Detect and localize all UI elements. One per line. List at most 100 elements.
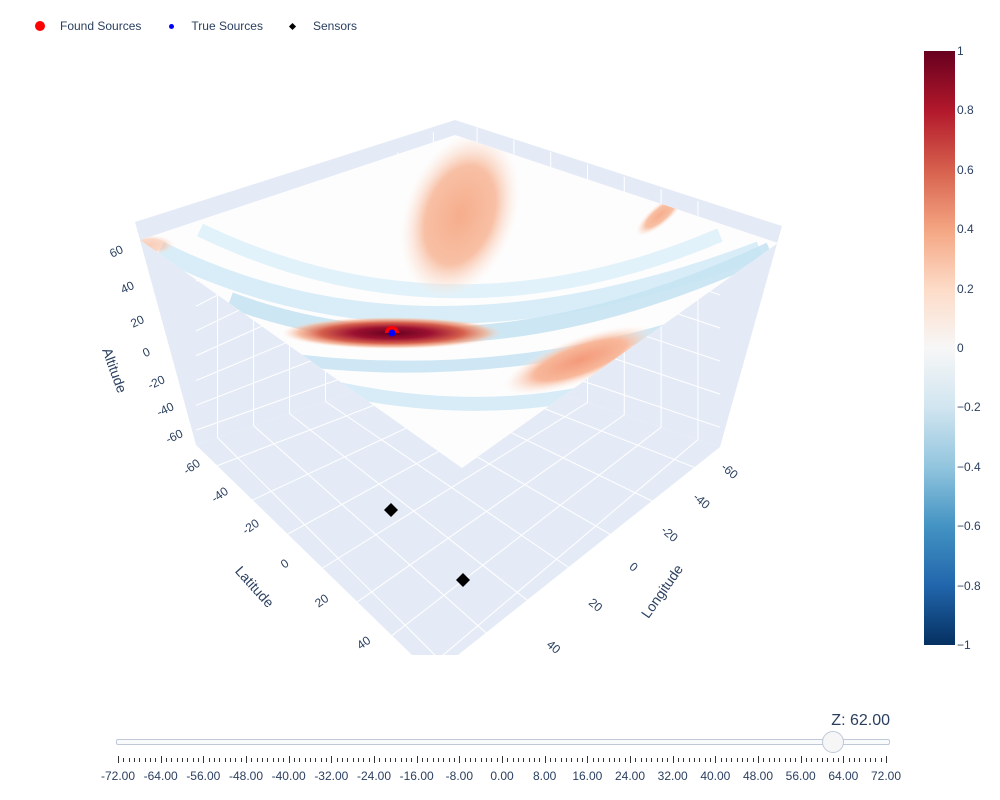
slider-minor-tick <box>667 758 669 762</box>
slider-minor-tick <box>512 758 514 762</box>
slider-minor-tick <box>208 758 210 762</box>
slider-major-tick <box>331 756 333 763</box>
longitude-tick-label: 40 <box>544 637 563 657</box>
slider-minor-tick <box>880 758 882 762</box>
slider-minor-tick <box>320 758 322 762</box>
slider-minor-tick <box>539 758 541 762</box>
slider-major-tick <box>416 756 418 763</box>
slider-minor-tick <box>811 758 813 762</box>
slider-minor-tick <box>182 758 183 762</box>
slider-minor-tick <box>822 758 823 762</box>
slider-minor-tick <box>150 758 151 762</box>
slider-minor-tick <box>352 758 354 762</box>
slider-minor-tick <box>694 758 695 762</box>
slider-handle[interactable] <box>821 731 844 753</box>
slider-minor-tick <box>251 758 253 762</box>
slider-minor-tick <box>752 758 754 762</box>
slider-major-tick <box>502 756 503 763</box>
slider-minor-tick <box>262 758 263 762</box>
altitude-tick-label: -20 <box>145 372 167 392</box>
colorbar-tick-label: 0.8 <box>957 103 974 118</box>
slider-track[interactable] <box>116 739 890 745</box>
slider-minor-tick <box>240 758 242 762</box>
slider-step-label[interactable]: 72.00 <box>871 769 901 783</box>
slider-minor-tick <box>763 758 765 762</box>
slider-minor-tick <box>176 758 178 762</box>
slider-minor-tick <box>480 758 482 762</box>
slider-minor-tick <box>294 758 295 762</box>
slider-major-tick <box>459 756 461 763</box>
slider-minor-tick <box>310 758 311 762</box>
slider-minor-tick <box>358 758 359 762</box>
longitude-tick-label: -60 <box>718 460 741 482</box>
slider-minor-tick <box>710 758 711 762</box>
slider-minor-tick <box>699 758 701 762</box>
slider-minor-tick <box>267 758 269 762</box>
slider-step-label[interactable]: -48.00 <box>229 769 263 783</box>
slider-step-label[interactable]: -40.00 <box>272 769 306 783</box>
slider-minor-tick <box>523 758 525 762</box>
slider-step-label[interactable]: -56.00 <box>186 769 220 783</box>
slider-step-label[interactable]: 32.00 <box>658 769 688 783</box>
latitude-tick-label: 0 <box>278 556 292 571</box>
legend: Found Sources True Sources Sensors <box>28 16 375 36</box>
slider-minor-tick <box>614 758 615 762</box>
slider-minor-tick <box>560 758 562 762</box>
slider-major-tick <box>203 756 205 763</box>
colorbar-tick-label: 0.2 <box>957 281 974 296</box>
legend-item-true-sources[interactable]: True Sources <box>159 16 263 36</box>
slider-minor-tick <box>299 758 301 762</box>
slider-minor-tick <box>870 758 871 762</box>
slider-minor-tick <box>326 758 327 762</box>
slider-step-label[interactable]: -16.00 <box>400 769 434 783</box>
latitude-tick-label: -60 <box>181 456 204 478</box>
colorbar-tick-label: 0.4 <box>957 222 974 237</box>
slider-minor-tick <box>704 758 706 762</box>
colorbar-tick-label: −0.6 <box>957 519 981 534</box>
slider-step-label[interactable]: 24.00 <box>615 769 645 783</box>
slider-minor-tick <box>411 758 413 762</box>
slider-step-label[interactable]: 64.00 <box>828 769 858 783</box>
latitude-axis-title: Latitude <box>232 563 277 611</box>
slider-minor-tick <box>496 758 498 762</box>
slider-step-label[interactable]: 48.00 <box>743 769 773 783</box>
slider-minor-tick <box>390 758 391 762</box>
colorbar-tick-label: −0.4 <box>957 459 981 474</box>
colorbar-tick-label: 0.6 <box>957 162 974 177</box>
slider-minor-tick <box>566 758 567 762</box>
slider-step-label[interactable]: 16.00 <box>572 769 602 783</box>
slider-step-label[interactable]: -8.00 <box>446 769 473 783</box>
slider-step-label[interactable]: -32.00 <box>314 769 348 783</box>
black-diamond-icon <box>281 16 305 36</box>
slider-minor-tick <box>342 758 343 762</box>
true-source-marker[interactable] <box>388 329 396 337</box>
slider-minor-tick <box>283 758 285 762</box>
slider-step-label[interactable]: 8.00 <box>533 769 556 783</box>
slider-minor-tick <box>486 758 487 762</box>
slider-major-tick <box>374 756 375 763</box>
slider-minor-tick <box>683 758 685 762</box>
slider-step-label[interactable]: 40.00 <box>700 769 730 783</box>
slider-minor-tick <box>571 758 573 762</box>
3d-scene[interactable]: 6040200-20-40-60Altitude-60-40-2002040La… <box>0 0 1000 700</box>
slider-minor-tick <box>875 758 877 762</box>
slider-minor-tick <box>806 758 807 762</box>
latitude-tick-label: -20 <box>240 516 263 538</box>
slider-minor-tick <box>400 758 402 762</box>
slider-step-label[interactable]: -72.00 <box>101 769 135 783</box>
slider-minor-tick <box>864 758 866 762</box>
slider-step-label[interactable]: -24.00 <box>357 769 391 783</box>
slider-minor-tick <box>790 758 791 762</box>
slider-step-label[interactable]: 56.00 <box>786 769 816 783</box>
legend-label: Sensors <box>312 19 358 33</box>
slider-step-label[interactable]: -64.00 <box>144 769 178 783</box>
slider-step-label[interactable]: 0.00 <box>490 769 513 783</box>
slider-minor-tick <box>464 758 466 762</box>
legend-item-sensors[interactable]: Sensors <box>281 16 357 36</box>
legend-item-found-sources[interactable]: Found Sources <box>28 16 141 36</box>
slider-minor-tick <box>470 758 471 762</box>
slider-minor-tick <box>784 758 786 762</box>
slider-minor-tick <box>619 758 621 762</box>
slider-minor-tick <box>592 758 594 762</box>
colorbar-tick-label: 1 <box>957 44 964 58</box>
